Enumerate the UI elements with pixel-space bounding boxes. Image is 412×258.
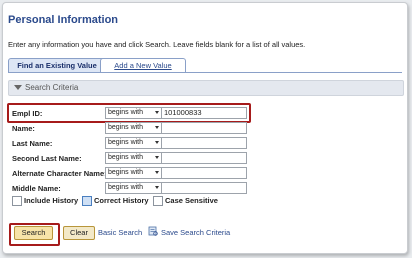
operator-select-second-last-name[interactable]: begins with bbox=[105, 152, 162, 164]
search-criteria-title: Search Criteria bbox=[25, 83, 79, 92]
operator-value: begins with bbox=[108, 184, 144, 191]
collapse-triangle-icon bbox=[14, 85, 22, 90]
checkbox-icon bbox=[153, 196, 163, 206]
empl-id-highlight-box bbox=[7, 103, 251, 123]
tab-add-new-value-label: Add a New Value bbox=[114, 61, 172, 70]
operator-value: begins with bbox=[108, 124, 144, 131]
operator-select-name[interactable]: begins with bbox=[105, 122, 162, 134]
alternate-character-name-input[interactable] bbox=[161, 167, 247, 179]
tab-add-new-value[interactable]: Add a New Value bbox=[100, 58, 186, 72]
tab-find-existing-value[interactable]: Find an Existing Value bbox=[8, 58, 106, 72]
field-row-alternate-character-name: Alternate Character Name: begins with bbox=[0, 167, 412, 180]
field-label-name: Name: bbox=[12, 124, 35, 133]
save-search-icon[interactable] bbox=[148, 226, 158, 236]
clear-button[interactable]: Clear bbox=[63, 226, 95, 240]
instructions-text: Enter any information you have and click… bbox=[8, 40, 306, 49]
search-criteria-header[interactable]: Search Criteria bbox=[8, 80, 404, 96]
page-title: Personal Information bbox=[8, 14, 119, 26]
dropdown-arrow-icon bbox=[155, 171, 159, 174]
field-row-second-last-name: Second Last Name: begins with bbox=[0, 152, 412, 165]
tab-divider bbox=[8, 72, 402, 73]
field-label-second-last-name: Second Last Name: bbox=[12, 154, 82, 163]
operator-value: begins with bbox=[108, 139, 144, 146]
operator-select-last-name[interactable]: begins with bbox=[105, 137, 162, 149]
field-label-last-name: Last Name: bbox=[12, 139, 53, 148]
correct-history-label: Correct History bbox=[94, 196, 149, 205]
dropdown-arrow-icon bbox=[155, 141, 159, 144]
checkbox-icon bbox=[12, 196, 22, 206]
include-history-label: Include History bbox=[24, 196, 79, 205]
search-button[interactable]: Search bbox=[14, 226, 53, 240]
checkbox-icon bbox=[82, 196, 92, 206]
field-label-middle-name: Middle Name: bbox=[12, 184, 61, 193]
save-search-criteria-link[interactable]: Save Search Criteria bbox=[161, 228, 230, 237]
field-row-name: Name: begins with bbox=[0, 122, 412, 135]
operator-select-middle-name[interactable]: begins with bbox=[105, 182, 162, 194]
basic-search-link[interactable]: Basic Search bbox=[98, 228, 142, 237]
dropdown-arrow-icon bbox=[155, 186, 159, 189]
second-last-name-input[interactable] bbox=[161, 152, 247, 164]
field-row-last-name: Last Name: begins with bbox=[0, 137, 412, 150]
name-input[interactable] bbox=[161, 122, 247, 134]
dropdown-arrow-icon bbox=[155, 156, 159, 159]
case-sensitive-label: Case Sensitive bbox=[165, 196, 218, 205]
operator-value: begins with bbox=[108, 169, 144, 176]
middle-name-input[interactable] bbox=[161, 182, 247, 194]
field-label-alternate-character-name: Alternate Character Name: bbox=[12, 169, 107, 178]
dropdown-arrow-icon bbox=[155, 126, 159, 129]
operator-select-alternate-character-name[interactable]: begins with bbox=[105, 167, 162, 179]
operator-value: begins with bbox=[108, 154, 144, 161]
last-name-input[interactable] bbox=[161, 137, 247, 149]
field-row-middle-name: Middle Name: begins with bbox=[0, 182, 412, 195]
